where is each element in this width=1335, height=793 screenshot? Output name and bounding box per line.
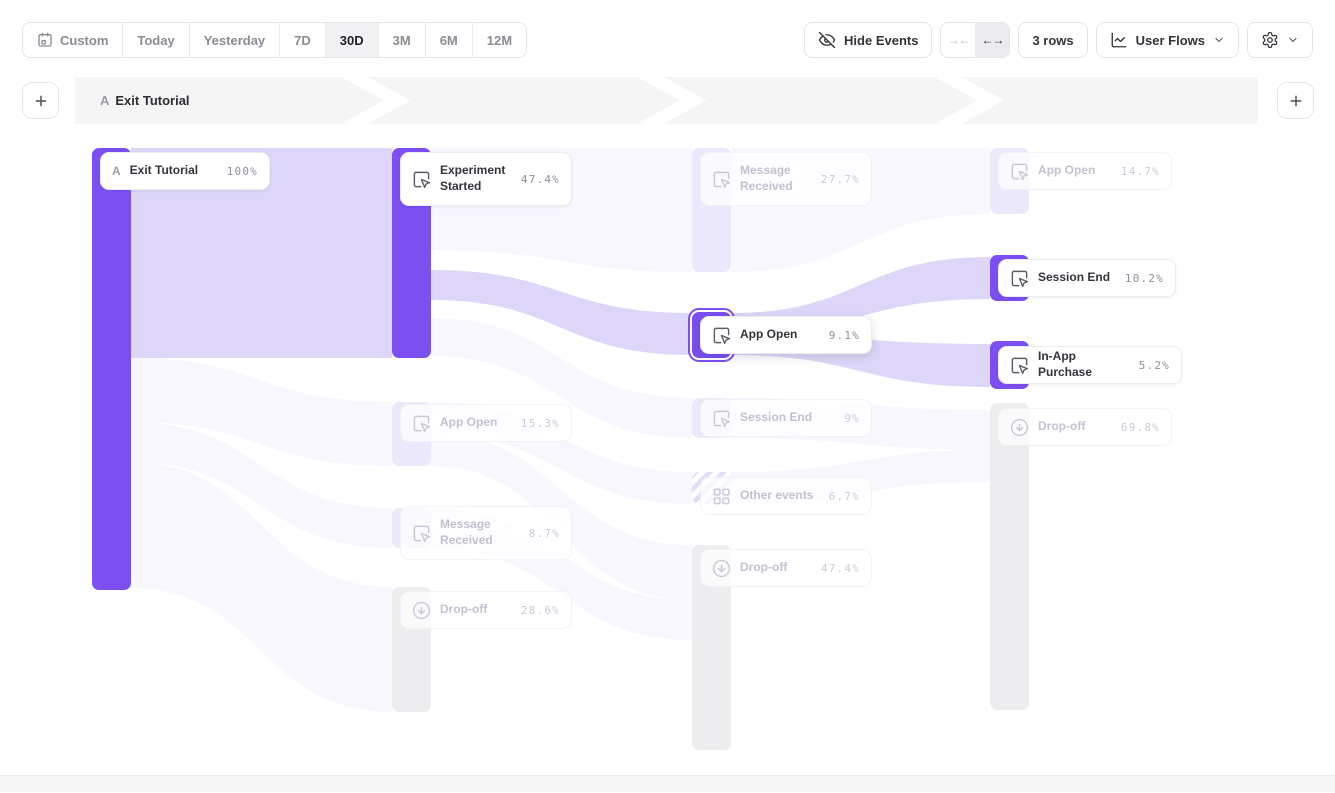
event-icon [1010,269,1029,288]
node-value: 69.8% [1121,421,1160,434]
node-label: Drop-off [740,560,812,576]
node-value: 14.7% [1121,165,1160,178]
grid-icon [712,487,731,506]
node-label: Session End [740,410,835,426]
flow-node-message-received-step3[interactable]: Message Received 27.7% [692,148,731,272]
node-card[interactable]: Session End 10.2% [998,259,1176,297]
node-bar[interactable] [990,403,1029,710]
node-value: 9.1% [829,329,860,342]
node-card[interactable]: Session End 9% [700,399,872,437]
flow-node-app-open-step4[interactable]: App Open 14.7% [990,148,1029,214]
node-value: 5.2% [1139,359,1170,372]
node-label: Experiment Started [440,163,512,194]
node-card[interactable]: Drop-off 69.8% [998,408,1172,446]
flow-node-other-events-step3[interactable]: Other events 6.7% [692,472,731,504]
node-value: 47.4% [521,173,560,186]
node-label: Drop-off [440,602,512,618]
node-card[interactable]: Message Received 8.7% [400,506,572,560]
event-icon [1010,356,1029,375]
flow-node-exit-tutorial[interactable]: A Exit Tutorial 100% [92,148,131,590]
node-label: App Open [1038,163,1112,179]
node-card[interactable]: Message Received 27.7% [700,152,872,206]
event-icon [412,524,431,543]
node-card[interactable]: In-App Purchase 5.2% [998,346,1182,384]
node-value: 8.7% [529,527,560,540]
dropoff-icon [712,559,731,578]
node-label: Other events [740,488,820,504]
flow-node-dropoff-step3[interactable]: Drop-off 47.4% [692,545,731,750]
node-card[interactable]: Other events 6.7% [700,477,872,515]
event-icon [712,170,731,189]
user-flows-app: Custom Today Yesterday 7D 30D 3M 6M 12M … [0,0,1335,793]
dropoff-icon [1010,418,1029,437]
node-value: 10.2% [1125,272,1164,285]
event-icon [1010,162,1029,181]
event-icon [712,409,731,428]
node-label: Session End [1038,270,1116,286]
flow-node-in-app-purchase-step4[interactable]: In-App Purchase 5.2% [990,341,1029,389]
node-label: Message Received [440,517,520,548]
node-label: App Open [440,415,512,431]
node-label: In-App Purchase [1038,349,1130,380]
flow-node-experiment-started[interactable]: Experiment Started 47.4% [392,148,431,358]
flow-node-dropoff-step4[interactable]: Drop-off 69.8% [990,403,1029,710]
flow-node-session-end-step3[interactable]: Session End 9% [692,398,731,438]
node-value: 9% [844,412,860,425]
node-prefix: A [112,164,121,178]
node-label: App Open [740,327,820,343]
node-card[interactable]: App Open 15.3% [400,404,572,442]
node-value: 6.7% [829,490,860,503]
node-bar[interactable] [92,148,131,590]
node-card[interactable]: App Open 14.7% [998,152,1172,190]
node-card[interactable]: Drop-off 47.4% [700,549,872,587]
flow-node-session-end-step4[interactable]: Session End 10.2% [990,255,1029,301]
node-card[interactable]: Experiment Started 47.4% [400,152,572,206]
node-card[interactable]: Drop-off 28.6% [400,591,572,629]
node-value: 100% [227,165,258,178]
node-label: Message Received [740,163,812,194]
node-value: 27.7% [821,173,860,186]
event-icon [412,414,431,433]
node-label: Exit Tutorial [130,163,218,179]
node-value: 47.4% [821,562,860,575]
flow-node-app-open-step3-selected[interactable]: App Open 9.1% [692,312,731,358]
node-card[interactable]: A Exit Tutorial 100% [100,152,270,190]
flow-node-message-received-step2[interactable]: Message Received 8.7% [392,508,431,548]
flow-node-app-open-step2[interactable]: App Open 15.3% [392,402,431,466]
dropoff-icon [412,601,431,620]
node-label: Drop-off [1038,419,1112,435]
event-icon [712,326,731,345]
node-value: 15.3% [521,417,560,430]
node-card[interactable]: App Open 9.1% [700,316,872,354]
event-icon [412,170,431,189]
node-value: 28.6% [521,604,560,617]
sankey-flow-links [0,0,1335,793]
flow-node-dropoff-step2[interactable]: Drop-off 28.6% [392,587,431,712]
